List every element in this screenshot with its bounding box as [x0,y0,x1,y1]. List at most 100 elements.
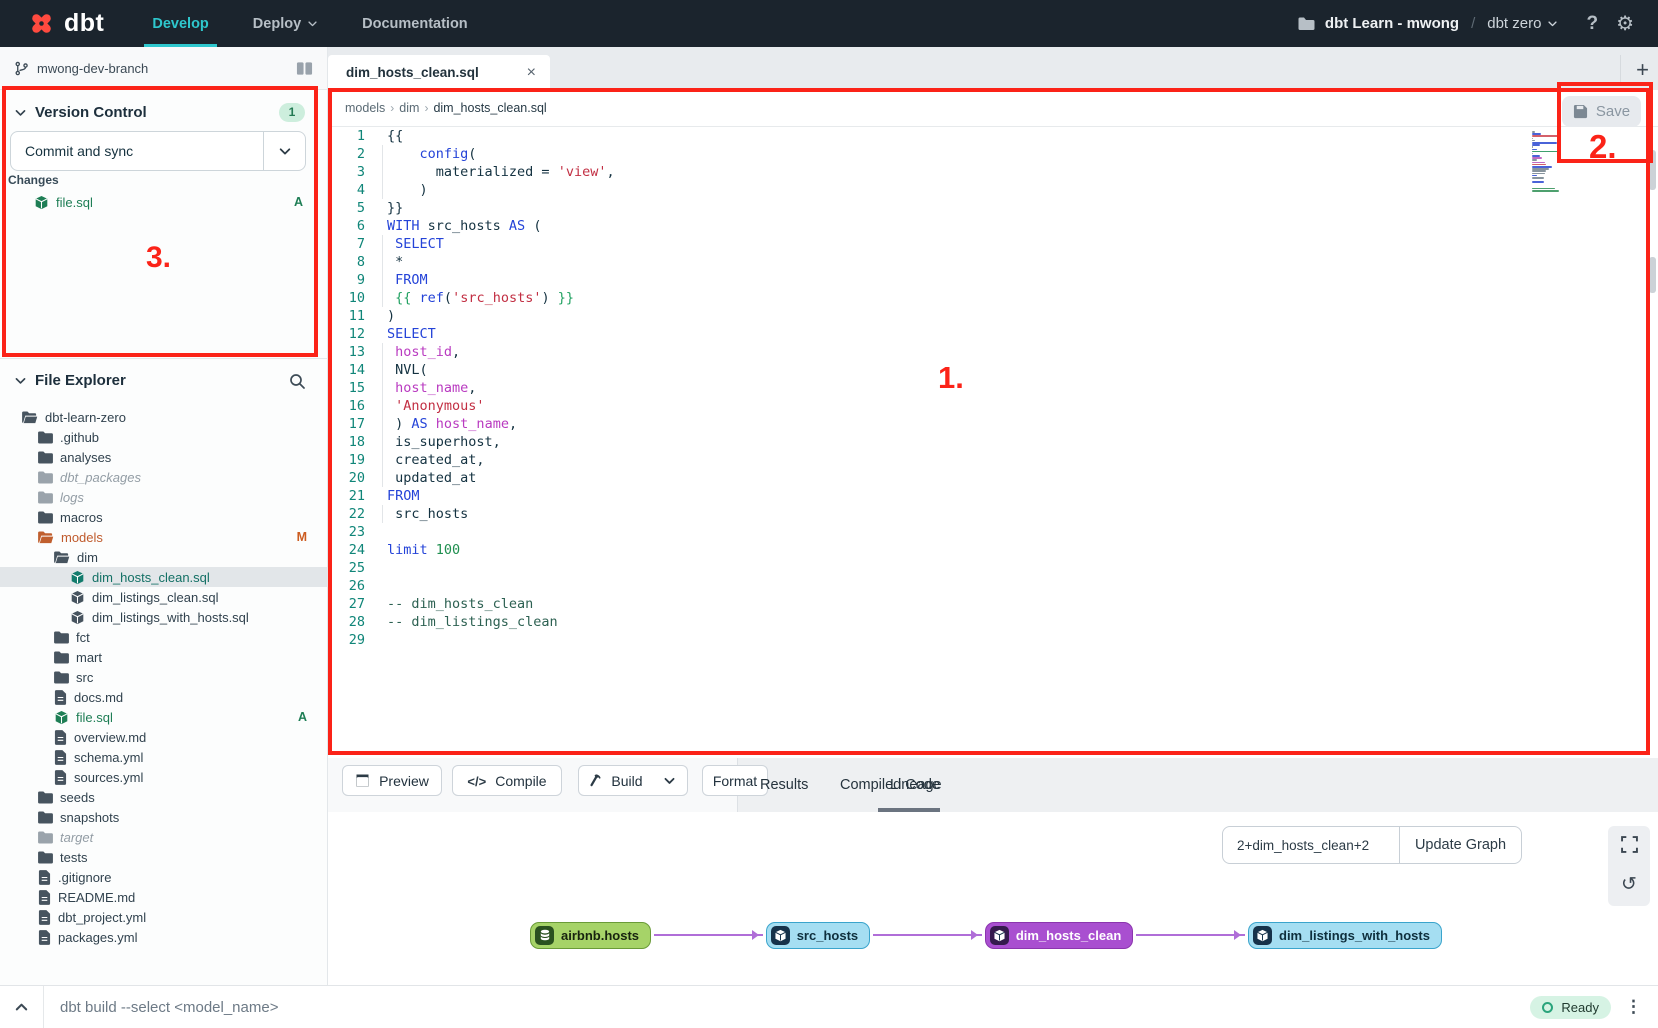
code-line-2[interactable]: 2 config( [328,145,1518,163]
tree-item-readme-md[interactable]: README.md [0,887,327,907]
tree-item-macros[interactable]: macros [0,507,327,527]
tree-item-analyses[interactable]: analyses [0,447,327,467]
tree-item-dbt-project-yml[interactable]: dbt_project.yml [0,907,327,927]
code-line-28[interactable]: 28 -- dim_listings_clean [328,613,1518,631]
dbt-logo[interactable]: dbt [0,9,130,38]
tree-item-dim-hosts-clean-sql[interactable]: dim_hosts_clean.sql [0,567,327,587]
environment-selector[interactable]: dbt zero [1487,15,1558,32]
commit-options-caret[interactable] [263,132,305,170]
tree-item-src[interactable]: src [0,667,327,687]
fullscreen-icon[interactable] [1621,836,1638,853]
tab-lineage[interactable]: Lineage [890,758,942,812]
update-graph-button[interactable]: Update Graph [1399,827,1521,863]
code-line-10[interactable]: 10 {{ ref('src_hosts') }} [328,289,1518,307]
commit-and-sync-button[interactable]: Commit and sync [10,131,306,171]
code-line-24[interactable]: 24 limit 100 [328,541,1518,559]
tree-item-schema-yml[interactable]: schema.yml [0,747,327,767]
code-line-18[interactable]: 18 is_superhost, [328,433,1518,451]
code-line-19[interactable]: 19 created_at, [328,451,1518,469]
tree-item-docs-md[interactable]: docs.md [0,687,327,707]
save-button[interactable]: Save [1562,96,1641,127]
code-line-16[interactable]: 16 'Anonymous' [328,397,1518,415]
tree-item-dbt-learn-zero[interactable]: dbt-learn-zero [0,407,327,427]
nav-item-develop[interactable]: Develop [130,0,230,47]
code-line-29[interactable]: 29 [328,631,1518,649]
code-line-12[interactable]: 12 SELECT [328,325,1518,343]
nav-item-deploy[interactable]: Deploy [231,0,340,47]
account-name[interactable]: dbt Learn - mwong [1325,15,1459,32]
branch-bar[interactable]: mwong-dev-branch [0,47,327,90]
breadcrumb-file[interactable]: dim_hosts_clean.sql [433,101,546,115]
tree-item--github[interactable]: .github [0,427,327,447]
code-line-1[interactable]: 1 {{ [328,127,1518,145]
tree-item-seeds[interactable]: seeds [0,787,327,807]
nav-item-documentation[interactable]: Documentation [340,0,490,47]
kebab-menu-icon[interactable]: ⋮ [1625,997,1642,1017]
breadcrumb-dim[interactable]: dim [399,101,419,115]
scrollbar-thumb[interactable] [1649,257,1656,293]
code-line-17[interactable]: 17 ) AS host_name, [328,415,1518,433]
gear-icon[interactable]: ⚙ [1616,11,1634,36]
preview-button[interactable]: Preview [342,765,442,796]
tree-item-dbt-packages[interactable]: dbt_packages [0,467,327,487]
code-line-11[interactable]: 11 ) [328,307,1518,325]
code-line-3[interactable]: 3 materialized = 'view', [328,163,1518,181]
lineage-node-dim-hosts-clean[interactable]: dim_hosts_clean [985,922,1134,949]
code-line-20[interactable]: 20 updated_at [328,469,1518,487]
code-line-23[interactable]: 23 [328,523,1518,541]
build-button[interactable]: Build [578,765,652,796]
tree-item-dim[interactable]: dim [0,547,327,567]
tree-item-logs[interactable]: logs [0,487,327,507]
code-line-25[interactable]: 25 [328,559,1518,577]
format-button[interactable]: Format [702,765,768,796]
code-line-5[interactable]: 5 }} [328,199,1518,217]
changed-file-row[interactable]: file.sql A [0,191,327,213]
code-line-8[interactable]: 8 * [328,253,1518,271]
tab-dim-hosts-clean[interactable]: dim_hosts_clean.sql × [328,55,550,90]
code-line-26[interactable]: 26 [328,577,1518,595]
code-line-4[interactable]: 4 ) [328,181,1518,199]
help-icon[interactable]: ? [1586,13,1598,35]
lineage-node-airbnb-hosts[interactable]: airbnb.hosts [530,922,651,949]
tree-item-tests[interactable]: tests [0,847,327,867]
code-line-22[interactable]: 22 src_hosts [328,505,1518,523]
tree-item-sources-yml[interactable]: sources.yml [0,767,327,787]
new-tab-button[interactable]: + [1620,55,1650,85]
tree-item-file-sql[interactable]: file.sqlA [0,707,327,727]
search-icon[interactable] [289,373,305,389]
file-explorer-header[interactable]: File Explorer [0,358,327,402]
code-line-13[interactable]: 13 host_id, [328,343,1518,361]
code-editor[interactable]: 1 {{2 config(3 materialized = 'view',4 )… [328,127,1518,727]
tree-item-packages-yml[interactable]: packages.yml [0,927,327,947]
tree-item-models[interactable]: modelsM [0,527,327,547]
tree-item--gitignore[interactable]: .gitignore [0,867,327,887]
tree-item-fct[interactable]: fct [0,627,327,647]
lineage-node-dim-listings-with-hosts[interactable]: dim_listings_with_hosts [1248,922,1442,949]
code-line-6[interactable]: 6 WITH src_hosts AS ( [328,217,1518,235]
tree-item-dim-listings-clean-sql[interactable]: dim_listings_clean.sql [0,587,327,607]
tree-item-mart[interactable]: mart [0,647,327,667]
tree-item-snapshots[interactable]: snapshots [0,807,327,827]
editor-minimap[interactable] [1532,131,1570,194]
close-icon[interactable]: × [527,64,536,82]
code-line-27[interactable]: 27 -- dim_hosts_clean [328,595,1518,613]
collapse-panel-button[interactable] [0,986,44,1028]
tab-results[interactable]: Results [760,758,808,812]
lineage-node-src-hosts[interactable]: src_hosts [766,922,870,949]
code-line-7[interactable]: 7 SELECT [328,235,1518,253]
tree-item-target[interactable]: target [0,827,327,847]
scrollbar-thumb[interactable] [1649,150,1656,190]
compile-button[interactable]: </>Compile [452,765,562,796]
code-line-9[interactable]: 9 FROM [328,271,1518,289]
version-control-header[interactable]: Version Control 1 [0,95,327,129]
reset-view-icon[interactable]: ↺ [1621,873,1637,896]
command-input[interactable] [44,999,1530,1016]
lineage-selector-input[interactable] [1223,827,1399,863]
build-options-caret[interactable] [651,765,688,796]
breadcrumb-models[interactable]: models [345,101,385,115]
code-line-14[interactable]: 14 NVL( [328,361,1518,379]
docs-book-icon[interactable] [296,61,313,76]
tree-item-dim-listings-with-hosts-sql[interactable]: dim_listings_with_hosts.sql [0,607,327,627]
tree-item-overview-md[interactable]: overview.md [0,727,327,747]
code-line-21[interactable]: 21 FROM [328,487,1518,505]
